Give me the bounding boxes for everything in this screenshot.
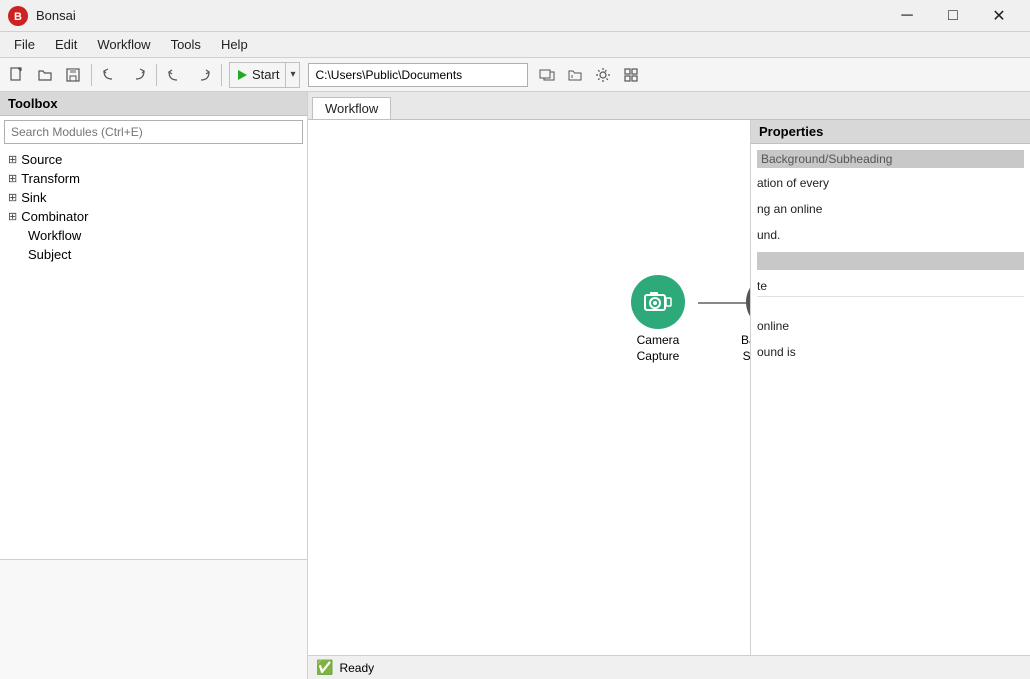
toolbox-header: Toolbox bbox=[0, 92, 307, 116]
prop-section-header-2 bbox=[757, 252, 1024, 270]
path-input[interactable] bbox=[308, 63, 528, 87]
save-button[interactable] bbox=[60, 62, 86, 88]
bg-subtraction-icon bbox=[746, 275, 750, 329]
app-icon: B bbox=[8, 6, 28, 26]
bg-subtraction-node[interactable]: BackgroundSubtraction bbox=[733, 275, 750, 364]
prop-bottom-2: ound is bbox=[757, 343, 1024, 361]
prop-desc-1: ation of every bbox=[757, 174, 1024, 192]
prop-desc-2: ng an online bbox=[757, 200, 1024, 218]
prop-section-header: Background/Subheading bbox=[757, 150, 1024, 168]
menu-edit[interactable]: Edit bbox=[45, 35, 87, 54]
settings-button[interactable] bbox=[590, 62, 616, 88]
sep3 bbox=[221, 64, 222, 86]
main-layout: Toolbox ⊞ Source ⊞ Transform ⊞ Sink ⊞ Co… bbox=[0, 92, 1030, 679]
tree-label-combinator: Combinator bbox=[21, 209, 88, 224]
folder-button[interactable] bbox=[562, 62, 588, 88]
camera-capture-icon bbox=[631, 275, 685, 329]
undo-secondary-button[interactable] bbox=[97, 62, 123, 88]
workflow-tab[interactable]: Workflow bbox=[312, 97, 391, 119]
undo-button[interactable] bbox=[162, 62, 188, 88]
bg-subtraction-label: BackgroundSubtraction bbox=[741, 333, 750, 364]
app-title: Bonsai bbox=[36, 8, 884, 23]
menu-file[interactable]: File bbox=[4, 35, 45, 54]
start-button-group[interactable]: Start ▾ bbox=[229, 62, 300, 88]
status-text: Ready bbox=[339, 661, 374, 675]
expand-icon-source: ⊞ bbox=[8, 153, 17, 166]
status-bar: ✅ Ready bbox=[308, 655, 1030, 679]
properties-header: Properties bbox=[751, 120, 1030, 144]
tree-label-workflow: Workflow bbox=[28, 228, 81, 243]
toolbox-preview bbox=[0, 559, 307, 679]
prop-desc-3: und. bbox=[757, 226, 1024, 244]
sep2 bbox=[156, 64, 157, 86]
title-bar: B Bonsai ─ □ ✕ bbox=[0, 0, 1030, 32]
start-btn-main[interactable]: Start bbox=[230, 67, 285, 82]
tree-label-subject: Subject bbox=[28, 247, 71, 262]
title-controls: ─ □ ✕ bbox=[884, 0, 1022, 32]
camera-capture-node[interactable]: CameraCapture bbox=[618, 275, 698, 364]
toolbar: Start ▾ bbox=[0, 58, 1030, 92]
tree-label-source: Source bbox=[21, 152, 62, 167]
tree-item-subject[interactable]: Subject bbox=[0, 245, 307, 264]
menu-tools[interactable]: Tools bbox=[161, 35, 211, 54]
start-dropdown-arrow[interactable]: ▾ bbox=[285, 62, 299, 88]
close-button[interactable]: ✕ bbox=[976, 0, 1022, 32]
menu-help[interactable]: Help bbox=[211, 35, 258, 54]
workflow-canvas[interactable]: CameraCapture BackgroundSubtraction Outp… bbox=[308, 120, 750, 679]
sep1 bbox=[91, 64, 92, 86]
tree-item-combinator[interactable]: ⊞ Combinator bbox=[0, 207, 307, 226]
maximize-button[interactable]: □ bbox=[930, 0, 976, 32]
menu-bar: File Edit Workflow Tools Help bbox=[0, 32, 1030, 58]
camera-capture-label: CameraCapture bbox=[637, 333, 680, 364]
expand-icon-sink: ⊞ bbox=[8, 191, 17, 204]
start-label: Start bbox=[252, 67, 279, 82]
prop-te: te bbox=[757, 279, 1024, 293]
prop-bottom-section: online ound is bbox=[757, 297, 1024, 361]
prop-bottom-1: online bbox=[757, 317, 1024, 335]
tree-item-workflow[interactable]: Workflow bbox=[0, 226, 307, 245]
prop-row-label: te bbox=[757, 276, 1024, 297]
expand-icon-transform: ⊞ bbox=[8, 172, 17, 185]
status-icon: ✅ bbox=[316, 659, 333, 676]
tree-item-transform[interactable]: ⊞ Transform bbox=[0, 169, 307, 188]
redo-secondary-button[interactable] bbox=[125, 62, 151, 88]
expand-icon-combinator: ⊞ bbox=[8, 210, 17, 223]
properties-content: Background/Subheading ation of every ng … bbox=[751, 144, 1030, 679]
new-button[interactable] bbox=[4, 62, 30, 88]
menu-workflow[interactable]: Workflow bbox=[87, 35, 160, 54]
minimize-button[interactable]: ─ bbox=[884, 0, 930, 32]
properties-panel: Properties Background/Subheading ation o… bbox=[750, 120, 1030, 679]
toolbox-panel: Toolbox ⊞ Source ⊞ Transform ⊞ Sink ⊞ Co… bbox=[0, 92, 308, 679]
tree-label-sink: Sink bbox=[21, 190, 46, 205]
tree-item-sink[interactable]: ⊞ Sink bbox=[0, 188, 307, 207]
tree-label-transform: Transform bbox=[21, 171, 80, 186]
browse-button[interactable] bbox=[534, 62, 560, 88]
open-button[interactable] bbox=[32, 62, 58, 88]
search-input[interactable] bbox=[4, 120, 303, 144]
workflow-tabs: Workflow bbox=[308, 92, 1030, 120]
tree-item-source[interactable]: ⊞ Source bbox=[0, 150, 307, 169]
toolbox-tree: ⊞ Source ⊞ Transform ⊞ Sink ⊞ Combinator… bbox=[0, 148, 307, 559]
extra-button[interactable] bbox=[618, 62, 644, 88]
redo-button[interactable] bbox=[190, 62, 216, 88]
svg-text:B: B bbox=[14, 11, 22, 23]
